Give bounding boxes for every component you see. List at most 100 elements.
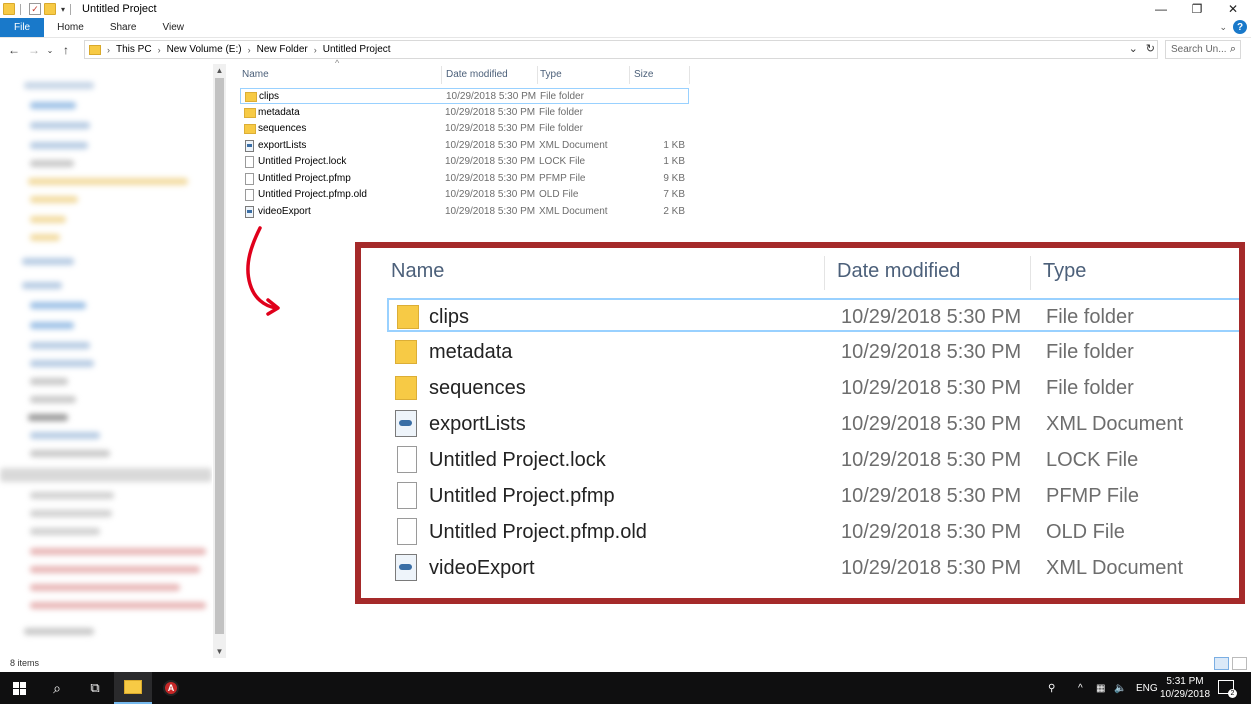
search-input[interactable]: Search Un... ⌕: [1165, 40, 1241, 59]
zoomed-header-name: Name: [385, 256, 825, 290]
folder-icon: [3, 3, 15, 15]
show-hidden-icons-icon[interactable]: ^: [1078, 672, 1083, 704]
tab-file[interactable]: File: [0, 18, 45, 37]
search-icon[interactable]: ⌕: [1230, 43, 1236, 56]
expand-ribbon-icon[interactable]: ⌄: [1219, 22, 1227, 33]
status-bar: 8 items: [0, 657, 1251, 671]
restore-button[interactable]: ❐: [1179, 0, 1215, 18]
refresh-icon[interactable]: ↻: [1146, 42, 1155, 55]
zoomed-row-metadata: metadata 10/29/2018 5:30 PM File folder: [387, 335, 1239, 369]
help-icon[interactable]: ?: [1233, 20, 1247, 34]
file-row-clips[interactable]: clips 10/29/2018 5:30 PM File folder: [240, 88, 689, 104]
file-row-sequences[interactable]: sequences 10/29/2018 5:30 PM File folder: [240, 121, 689, 137]
people-icon[interactable]: ⚲: [1048, 672, 1055, 704]
zoomed-file-name: Untitled Project.pfmp.old: [429, 521, 647, 543]
zoomed-file-name: metadata: [429, 341, 513, 363]
volume-icon[interactable]: 🔈: [1114, 672, 1126, 704]
clock-time: 5:31 PM: [1166, 676, 1204, 687]
file-row-metadata[interactable]: metadata 10/29/2018 5:30 PM File folder: [240, 105, 689, 121]
forward-icon[interactable]: →: [24, 43, 44, 57]
zoomed-row-untitled-project-lock: Untitled Project.lock 10/29/2018 5:30 PM…: [387, 443, 1239, 477]
file-name: videoExport: [258, 206, 311, 217]
zoomed-file-type: XML Document: [1046, 557, 1184, 579]
language-indicator[interactable]: ENG: [1136, 672, 1158, 704]
search-icon[interactable]: ⌕: [38, 672, 76, 704]
file-icon: [245, 189, 254, 201]
breadcrumb-this-pc[interactable]: This PC: [116, 44, 152, 55]
file-explorer-taskbar-button[interactable]: [114, 672, 152, 704]
up-icon[interactable]: ↑: [56, 43, 76, 57]
column-header-size[interactable]: Size: [632, 66, 690, 84]
scroll-down-icon[interactable]: ▼: [213, 647, 226, 656]
minimize-button[interactable]: —: [1143, 0, 1179, 18]
column-header-name[interactable]: Name: [240, 66, 442, 84]
folder-icon: [89, 44, 101, 55]
scroll-up-icon[interactable]: ▲: [213, 66, 226, 75]
zoomed-file-name: Untitled Project.pfmp: [429, 485, 615, 507]
file-row-videoexport[interactable]: videoExport 10/29/2018 5:30 PM XML Docum…: [240, 204, 689, 220]
file-size: 1 KB: [663, 140, 685, 151]
large-icons-view-icon[interactable]: [1232, 657, 1247, 670]
xml-document-icon: [245, 140, 254, 152]
column-header-date[interactable]: Date modified: [444, 66, 538, 84]
file-row-exportlists[interactable]: exportLists 10/29/2018 5:30 PM XML Docum…: [240, 138, 689, 154]
task-view-icon[interactable]: ⧉: [76, 672, 114, 704]
file-row-untitled-project-pfmp-old[interactable]: Untitled Project.pfmp.old 10/29/2018 5:3…: [240, 187, 689, 203]
column-header-type[interactable]: Type: [538, 66, 630, 84]
zoomed-row-untitled-project-pfmp: Untitled Project.pfmp 10/29/2018 5:30 PM…: [387, 479, 1239, 513]
file-size: 2 KB: [663, 206, 685, 217]
clock-date: 10/29/2018: [1160, 689, 1211, 700]
tab-home[interactable]: Home: [44, 18, 97, 37]
tab-view[interactable]: View: [150, 18, 198, 37]
folder-icon: [245, 92, 257, 102]
folder-icon: [395, 340, 417, 364]
navigation-bar: ← → ⌄ ↑ › This PC › New Volume (E:) › Ne…: [0, 40, 1251, 60]
file-type: XML Document: [539, 206, 608, 217]
file-name: clips: [259, 91, 280, 102]
chevron-right-icon[interactable]: ›: [107, 45, 110, 55]
breadcrumb-new-folder[interactable]: New Folder: [257, 44, 308, 55]
address-dropdown-icon[interactable]: ⌄: [1129, 42, 1138, 55]
clock[interactable]: 5:31 PM 10/29/2018: [1160, 675, 1210, 701]
network-icon[interactable]: ▦: [1096, 672, 1105, 704]
file-row-untitled-project-lock[interactable]: Untitled Project.lock 10/29/2018 5:30 PM…: [240, 154, 689, 170]
file-date: 10/29/2018 5:30 PM: [446, 91, 537, 102]
folder-icon: [397, 305, 419, 329]
file-name: sequences: [258, 123, 307, 134]
file-name: exportLists: [258, 140, 307, 151]
close-button[interactable]: ✕: [1215, 0, 1251, 18]
tab-share[interactable]: Share: [97, 18, 150, 37]
breadcrumb-volume[interactable]: New Volume (E:): [167, 44, 242, 55]
address-bar[interactable]: › This PC › New Volume (E:) › New Folder…: [84, 40, 1158, 59]
title-bar: ✓ ▾ Untitled Project — ❐ ✕: [0, 0, 1251, 18]
chevron-right-icon[interactable]: ›: [314, 45, 317, 55]
file-icon: [397, 518, 417, 545]
zoomed-file-name: sequences: [429, 377, 526, 399]
back-icon[interactable]: ←: [4, 43, 24, 57]
chevron-right-icon[interactable]: ›: [248, 45, 251, 55]
navigation-scrollbar[interactable]: ▲ ▼: [213, 64, 226, 658]
breadcrumb-untitled-project[interactable]: Untitled Project: [323, 44, 391, 55]
scrollbar-thumb[interactable]: [215, 78, 224, 634]
zoomed-file-date: 10/29/2018 5:30 PM: [841, 449, 1022, 471]
divider: [70, 3, 72, 15]
zoomed-file-date: 10/29/2018 5:30 PM: [841, 377, 1022, 399]
details-view-icon[interactable]: [1214, 657, 1229, 670]
recent-locations-icon[interactable]: ⌄: [44, 46, 56, 55]
zoomed-file-type: XML Document: [1046, 413, 1184, 435]
xml-document-icon: [395, 410, 417, 437]
file-date: 10/29/2018 5:30 PM: [445, 206, 536, 217]
start-button[interactable]: [0, 672, 38, 704]
zoomed-file-date: 10/29/2018 5:30 PM: [841, 341, 1022, 363]
file-type: LOCK File: [539, 156, 586, 167]
navigation-pane[interactable]: [0, 64, 212, 658]
customize-toolbar-icon[interactable]: ▾: [61, 5, 65, 14]
app-icon: A: [163, 680, 179, 696]
file-row-untitled-project-pfmp[interactable]: Untitled Project.pfmp 10/29/2018 5:30 PM…: [240, 171, 689, 187]
new-folder-icon[interactable]: [44, 3, 56, 15]
chevron-right-icon[interactable]: ›: [158, 45, 161, 55]
file-size: 1 KB: [663, 156, 685, 167]
file-icon: [245, 173, 254, 185]
app-taskbar-button[interactable]: A: [152, 672, 190, 704]
properties-icon[interactable]: ✓: [29, 3, 41, 15]
